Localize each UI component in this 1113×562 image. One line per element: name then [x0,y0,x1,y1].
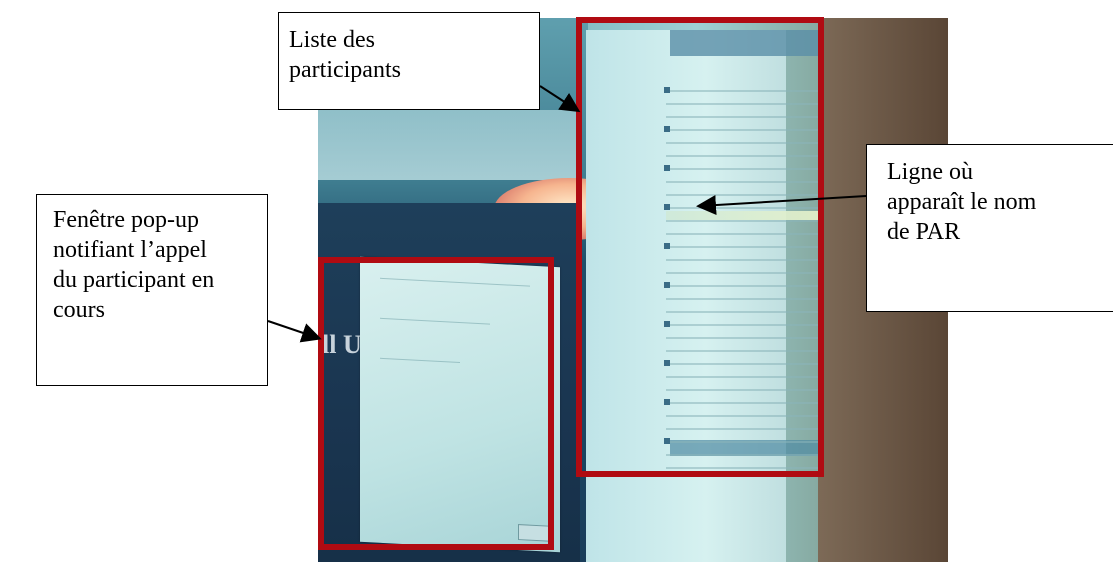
callout-line: apparaît le nom [887,189,1037,215]
callout-popup: Fenêtre pop-up notifiant l’appel du part… [36,194,268,386]
callout-line: Fenêtre pop-up [53,207,199,233]
arrow-ligne [696,195,867,216]
arrow-liste [539,85,581,113]
callout-line: participants [289,57,401,83]
callout-participant-row: Ligne où apparaît le nom de PAR [866,144,1113,312]
callout-line: Ligne où [887,159,973,185]
callout-line: de PAR [887,219,961,245]
callout-line: Liste des [289,27,375,53]
callout-line: du participant en [53,267,215,293]
callout-participant-list: Liste des participants [278,12,540,110]
callout-line: notifiant l’appel [53,237,207,263]
arrow-popup [267,320,322,343]
callout-line: cours [53,297,105,323]
